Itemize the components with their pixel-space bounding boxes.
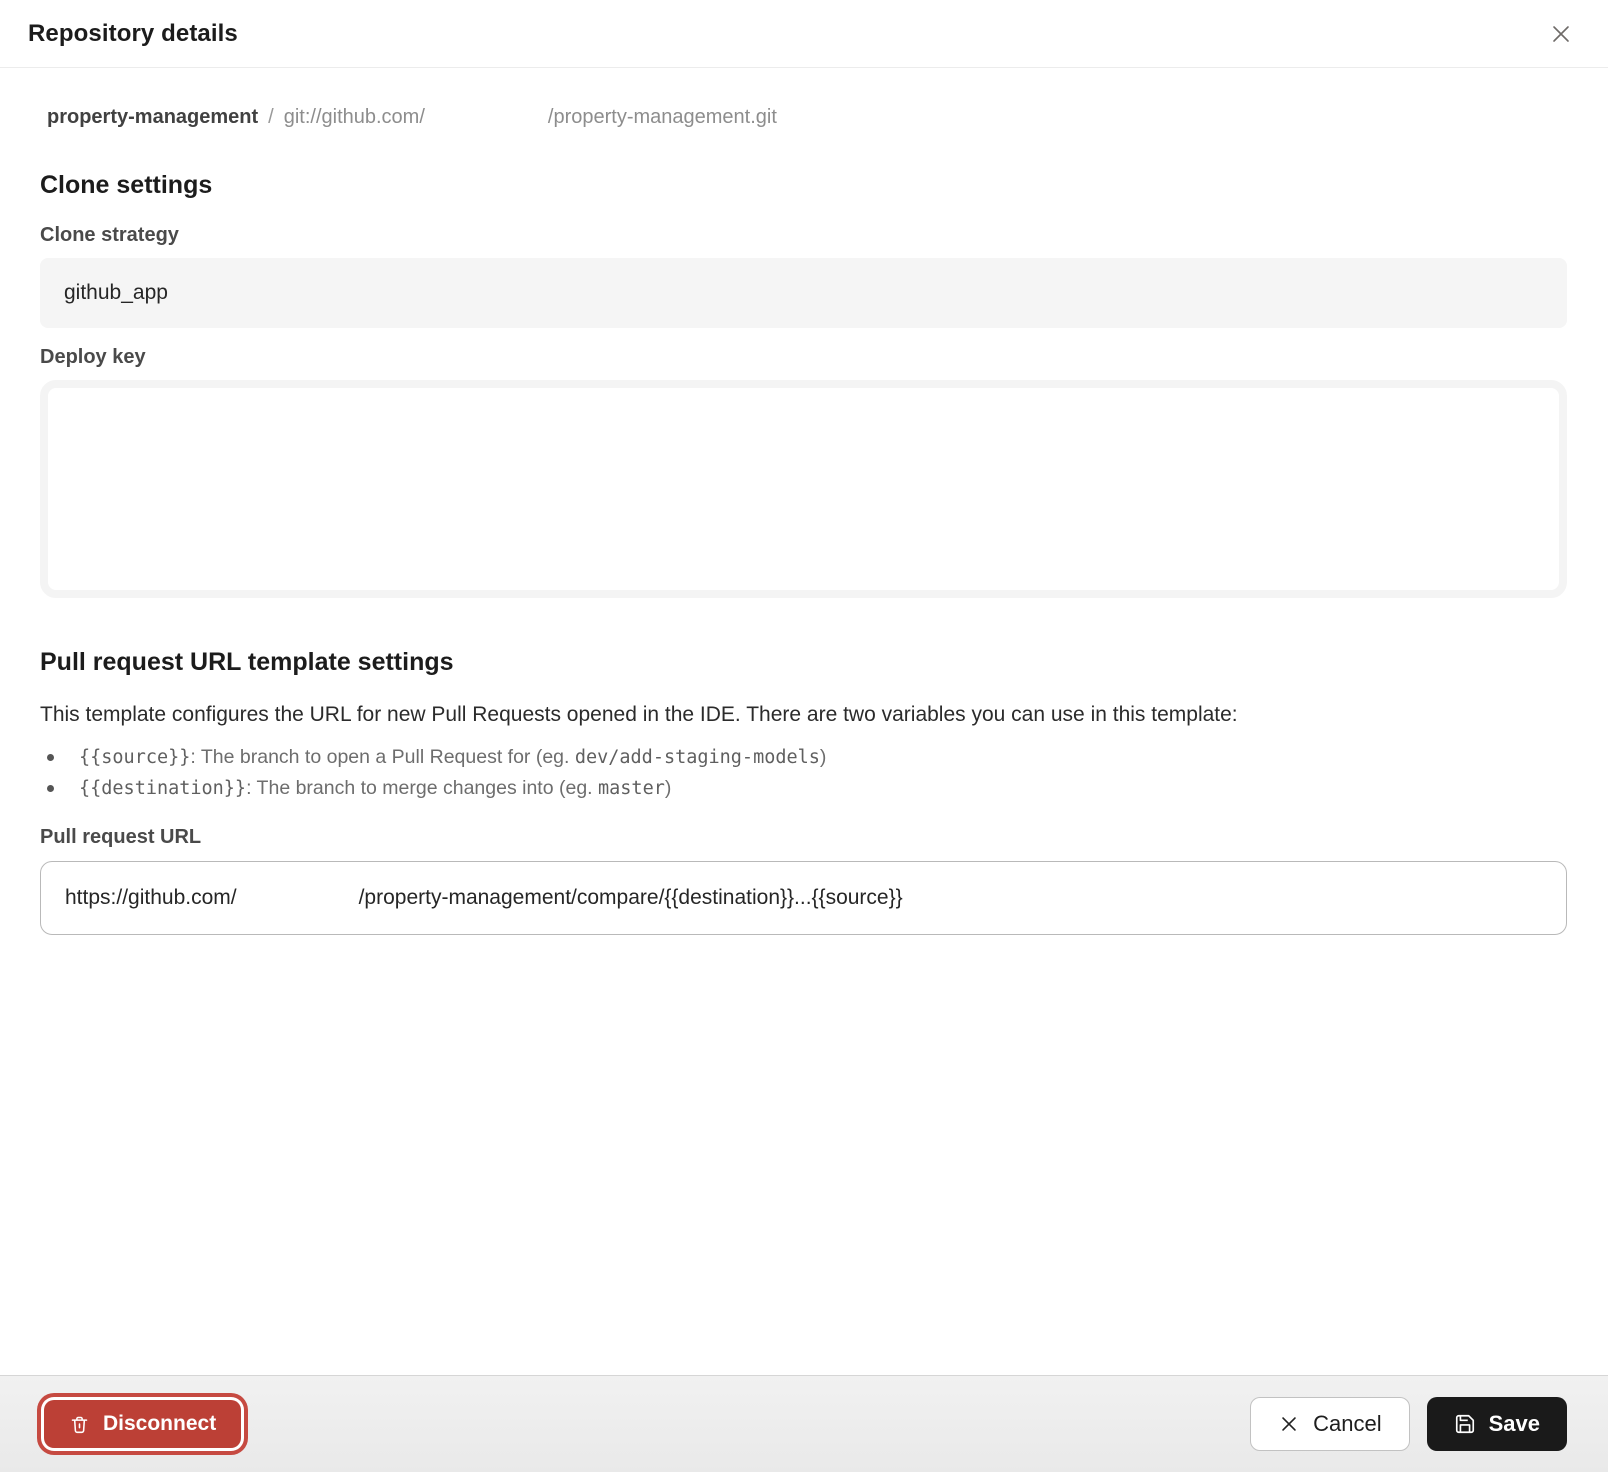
footer-actions: Cancel Save (1250, 1397, 1567, 1451)
clone-strategy-value: github_app (64, 281, 168, 305)
close-icon (1549, 22, 1573, 46)
variable-destination-example: master (598, 778, 665, 799)
list-item: {{destination}}: The branch to merge cha… (40, 773, 1567, 804)
breadcrumb-separator: / (258, 106, 284, 129)
save-floppy-icon (1454, 1413, 1476, 1435)
modal-title: Repository details (28, 20, 238, 48)
modal-header: Repository details (0, 0, 1608, 68)
variable-source-code: {{source}} (79, 747, 190, 768)
bullet-dot (47, 754, 54, 761)
pr-template-heading: Pull request URL template settings (40, 648, 1567, 676)
trash-icon (69, 1414, 90, 1435)
variable-source-example: dev/add-staging-models (575, 747, 820, 768)
clone-settings-heading: Clone settings (40, 171, 1567, 199)
breadcrumb-remote-url-prefix: git://github.com/ (284, 106, 425, 129)
disconnect-button[interactable]: Disconnect (44, 1400, 241, 1448)
variable-source-text: : The branch to open a Pull Request for … (190, 746, 574, 768)
variable-destination-suffix: ) (665, 777, 672, 799)
pr-variable-list: {{source}}: The branch to open a Pull Re… (40, 742, 1567, 804)
cancel-button[interactable]: Cancel (1250, 1397, 1409, 1451)
clone-strategy-field: github_app (40, 258, 1567, 328)
bullet-dot (47, 785, 54, 792)
cancel-x-icon (1278, 1413, 1300, 1435)
pr-template-description: This template configures the URL for new… (40, 702, 1567, 728)
close-button[interactable] (1544, 17, 1578, 51)
breadcrumb-repo-name: property-management (47, 106, 258, 129)
variable-destination-code: {{destination}} (79, 778, 246, 799)
modal-body: property-management / git://github.com/ … (0, 68, 1608, 1375)
modal-footer: Disconnect Cancel Save (0, 1375, 1608, 1472)
repository-details-modal: Repository details property-management /… (0, 0, 1608, 1472)
clone-strategy-label: Clone strategy (40, 224, 1567, 246)
pull-request-url-suffix: /property-management/compare/{{destinati… (359, 886, 903, 910)
deploy-key-label: Deploy key (40, 346, 1567, 368)
deploy-key-textarea[interactable] (40, 380, 1567, 598)
breadcrumb-remote-url-suffix: /property-management.git (548, 106, 777, 129)
pull-request-url-input[interactable]: https://github.com/ /property-management… (40, 861, 1567, 935)
breadcrumb: property-management / git://github.com/ … (40, 106, 1567, 129)
list-item: {{source}}: The branch to open a Pull Re… (40, 742, 1567, 773)
variable-destination-text: : The branch to merge changes into (eg. (246, 777, 598, 799)
pull-request-url-label: Pull request URL (40, 826, 1567, 848)
disconnect-button-label: Disconnect (103, 1412, 216, 1436)
pull-request-url-prefix: https://github.com/ (65, 886, 237, 910)
cancel-button-label: Cancel (1313, 1411, 1381, 1437)
save-button-label: Save (1489, 1411, 1540, 1437)
save-button[interactable]: Save (1427, 1397, 1567, 1451)
variable-source-suffix: ) (820, 746, 827, 768)
